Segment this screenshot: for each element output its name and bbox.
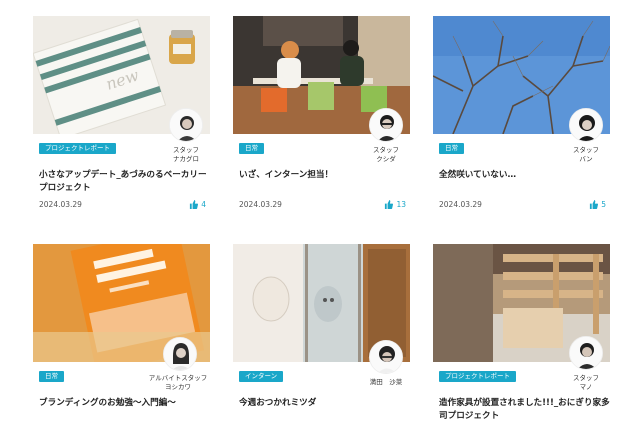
author-role: スタッフ [373,146,399,154]
category-badge[interactable]: プロジェクトレポート [39,143,116,154]
author-avatar[interactable] [163,337,197,371]
article-title[interactable]: 今週おつかれミツダ [239,397,411,410]
article-title[interactable]: 全然咲いていない… [439,169,611,182]
author-handle: クシダ [376,155,396,163]
category-badge[interactable]: 日常 [439,143,464,154]
like-count[interactable]: 5 [589,200,606,209]
article-title[interactable]: 小さなアップデート_あづみのるベーカリープロジェクト [39,169,211,195]
like-count-value: 4 [201,200,206,209]
post-date: 2024.03.29 [39,200,82,209]
author-name: アルバイトスタッフ ヨシカワ [145,374,211,392]
article-title[interactable]: いざ、インターン担当！ [239,169,411,182]
like-count[interactable]: 13 [384,200,406,209]
thumbs-up-icon [190,200,199,209]
like-count[interactable]: 4 [189,200,206,209]
post-date: 2024.03.29 [439,200,482,209]
person-portrait-icon [170,109,202,141]
person-portrait-icon [570,109,602,141]
category-badge[interactable]: プロジェクトレポート [439,371,516,382]
person-portrait-icon [164,338,196,370]
author-name: スタッフ ナカグロ [161,146,211,164]
author-handle: ヨシカワ [165,383,191,391]
article-title[interactable]: 造作家具が設置されました!!!_おにぎり家多司プロジェクト [439,397,611,423]
author-role: スタッフ [173,146,199,154]
category-badge[interactable]: インターン [239,371,284,382]
author-handle: ナカグロ [173,155,199,163]
like-count-value: 13 [396,200,406,209]
author-name: スタッフ マノ [561,374,611,392]
author-avatar[interactable] [569,336,603,370]
thumbs-up-icon [590,200,599,209]
author-avatar[interactable] [369,340,403,374]
author-role: スタッフ [573,146,599,154]
author-handle: バン [579,155,593,163]
like-count-value: 5 [601,200,606,209]
author-handle: 満田 沙菜 [369,378,403,386]
author-name: 満田 沙菜 [361,378,411,387]
author-role: スタッフ [573,374,599,382]
author-avatar[interactable] [569,108,603,142]
author-handle: マノ [579,383,593,391]
author-avatar[interactable] [369,108,403,142]
category-badge[interactable]: 日常 [239,143,264,154]
article-title[interactable]: ブランディングのお勉強〜入門編〜 [39,397,211,410]
author-role: アルバイトスタッフ [148,374,208,382]
thumbs-up-icon [385,200,394,209]
post-date: 2024.03.29 [239,200,282,209]
author-name: スタッフ クシダ [361,146,411,164]
person-portrait-icon [370,109,402,141]
author-avatar[interactable] [169,108,203,142]
category-badge[interactable]: 日常 [39,371,64,382]
author-name: スタッフ バン [561,146,611,164]
article-grid: new スタッフ ナカグロ プロジェクトレポート 小さなアップデート_あづみのる… [0,0,640,426]
person-portrait-icon [570,337,602,369]
person-portrait-icon [370,341,402,373]
